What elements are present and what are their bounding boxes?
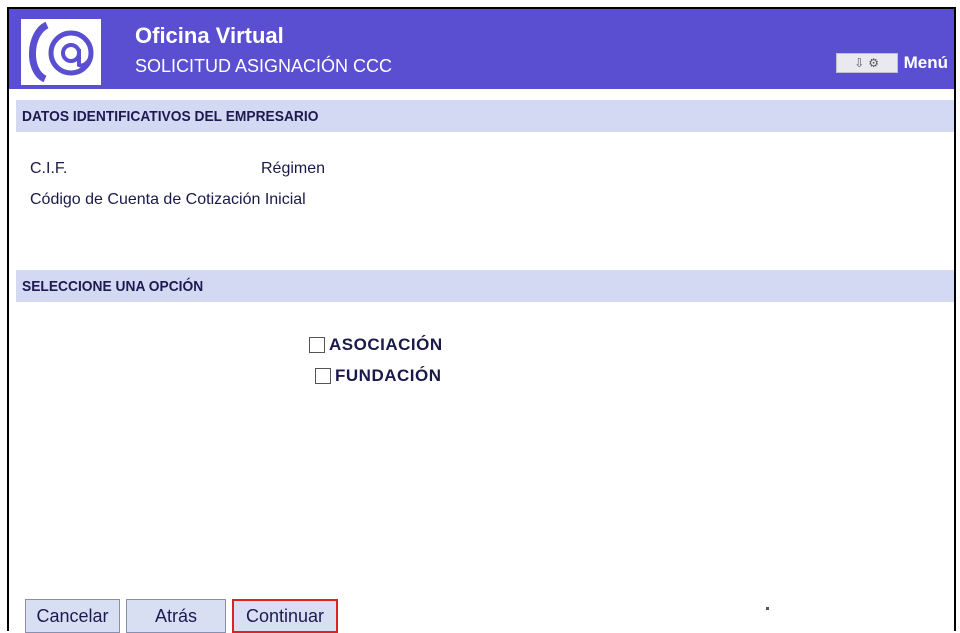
- continue-button[interactable]: Continuar: [232, 599, 338, 633]
- menu-toolbar-icons[interactable]: ⇩ ⚙: [835, 53, 898, 73]
- settings-icon[interactable]: ⚙: [868, 56, 879, 70]
- option-fundacion[interactable]: FUNDACIÓN: [315, 366, 442, 386]
- app-window: Oficina Virtual SOLICITUD ASIGNACIÓN CCC…: [7, 7, 956, 631]
- app-title: Oficina Virtual: [135, 23, 284, 48]
- download-icon[interactable]: ⇩: [854, 56, 864, 70]
- back-button[interactable]: Atrás: [126, 599, 226, 633]
- section-header-opcion: SELECCIONE UNA OPCIÓN: [16, 270, 954, 302]
- section-title: DATOS IDENTIFICATIVOS DEL EMPRESARIO: [22, 108, 319, 125]
- regimen-label: Régimen: [261, 160, 326, 177]
- ccc-label: Código de Cuenta de Cotización Inicial: [30, 191, 306, 208]
- section-title: SELECCIONE UNA OPCIÓN: [22, 278, 204, 295]
- menu-area[interactable]: ⇩ ⚙ Menú: [835, 53, 948, 73]
- cif-label: C.I.F.: [30, 160, 68, 177]
- option-asociacion[interactable]: ASOCIACIÓN: [309, 335, 443, 355]
- decorative-dot: [766, 607, 769, 610]
- page-subtitle: SOLICITUD ASIGNACIÓN CCC: [135, 56, 393, 76]
- at-sign-logo-icon: [21, 19, 101, 85]
- section-header-empresario: DATOS IDENTIFICATIVOS DEL EMPRESARIO: [16, 100, 954, 132]
- menu-label[interactable]: Menú: [904, 53, 948, 73]
- header-bar: Oficina Virtual SOLICITUD ASIGNACIÓN CCC…: [9, 9, 954, 89]
- asociacion-checkbox[interactable]: [309, 337, 325, 353]
- option-label: ASOCIACIÓN: [329, 335, 443, 354]
- cancel-button[interactable]: Cancelar: [25, 599, 120, 633]
- option-label: FUNDACIÓN: [335, 366, 442, 385]
- fundacion-checkbox[interactable]: [315, 368, 331, 384]
